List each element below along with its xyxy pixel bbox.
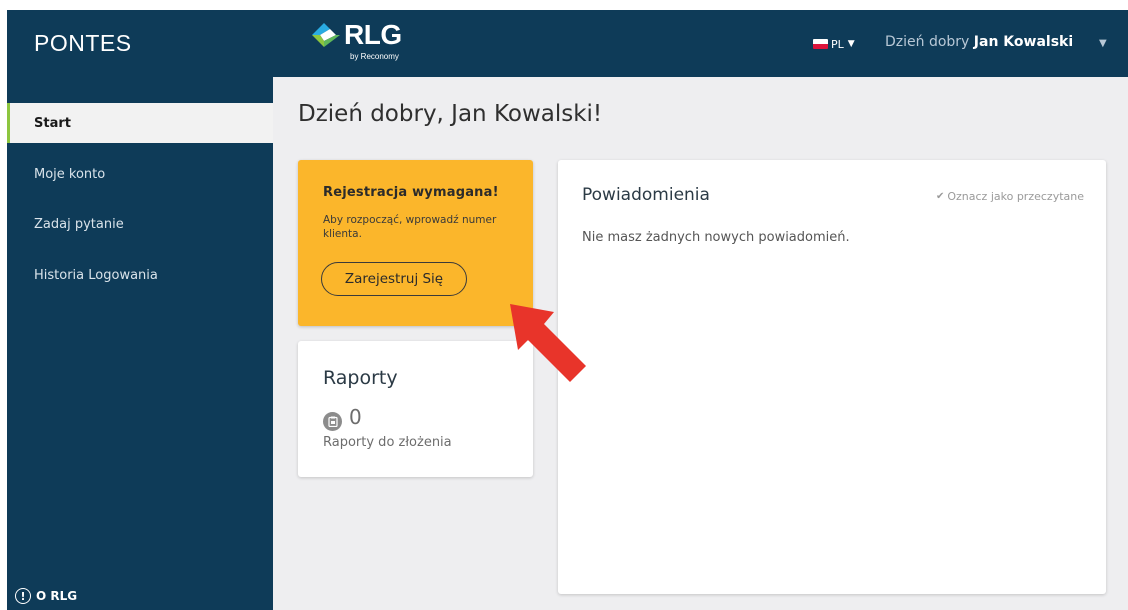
registration-title: Rejestracja wymagana! [323,185,499,200]
registration-card: Rejestracja wymagana! Aby rozpocząć, wpr… [298,160,533,326]
reports-label: Raporty do złożenia [323,435,452,450]
sidebar-item-start[interactable]: Start [7,103,273,143]
clipboard-icon [323,412,342,431]
top-bar: PONTES RLG by Reconomy PL ▼ Dzień dobry … [7,10,1128,77]
about-link[interactable]: ! O RLG [15,588,77,604]
brand-name[interactable]: PONTES [34,30,132,57]
user-name: Jan Kowalski [973,34,1074,50]
sidebar-item-label: Moje konto [34,166,106,182]
mark-as-read-label: Oznacz jako przeczytane [947,190,1084,203]
notifications-card: Powiadomienia ✔ Oznacz jako przeczytane … [558,160,1106,594]
chevron-down-icon: ▼ [847,39,855,49]
double-check-icon: ✔ [935,191,945,202]
sidebar-item-label: Historia Logowania [34,267,158,283]
info-circle-icon: ! [15,588,31,604]
rlg-logo-icon [312,23,340,47]
language-selector[interactable]: PL ▼ [813,37,855,51]
sidebar-item-label: Zadaj pytanie [34,216,124,232]
mark-as-read-link[interactable]: ✔ Oznacz jako przeczytane [936,190,1084,203]
reports-count: 0 [349,405,362,429]
language-code: PL [831,37,844,51]
red-arrow-icon [510,304,586,382]
reports-card[interactable]: Raporty 0 Raporty do złożenia [298,341,533,477]
page-title: Dzień dobry, Jan Kowalski! [298,101,603,127]
register-button[interactable]: Zarejestruj Się [321,262,467,296]
sidebar-item-label: Start [34,115,71,131]
sidebar-item-moje-konto[interactable]: Moje konto [7,154,273,194]
sidebar-item-historia-logowania[interactable]: Historia Logowania [7,255,273,295]
notifications-title: Powiadomienia [582,185,710,205]
app-window: PONTES RLG by Reconomy PL ▼ Dzień dobry … [7,10,1128,610]
about-label: O RLG [36,589,78,603]
notifications-empty-text: Nie masz żadnych nowych powiadomień. [582,230,850,245]
rlg-logo[interactable]: RLG by Reconomy [310,19,430,67]
registration-text: Aby rozpocząć, wprowadź numer klienta. [323,214,497,240]
user-menu[interactable]: Dzień dobry Jan Kowalski [885,34,1073,50]
logo-text: RLG [344,19,402,50]
reports-title: Raporty [323,367,398,389]
poland-flag-icon [813,39,828,49]
greeting-prefix: Dzień dobry [885,34,970,50]
user-menu-chevron-icon[interactable]: ▼ [1099,38,1107,49]
logo-subtitle: by Reconomy [350,52,399,61]
sidebar-item-zadaj-pytanie[interactable]: Zadaj pytanie [7,204,273,244]
sidebar: Start Moje konto Zadaj pytanie Historia … [7,77,273,610]
